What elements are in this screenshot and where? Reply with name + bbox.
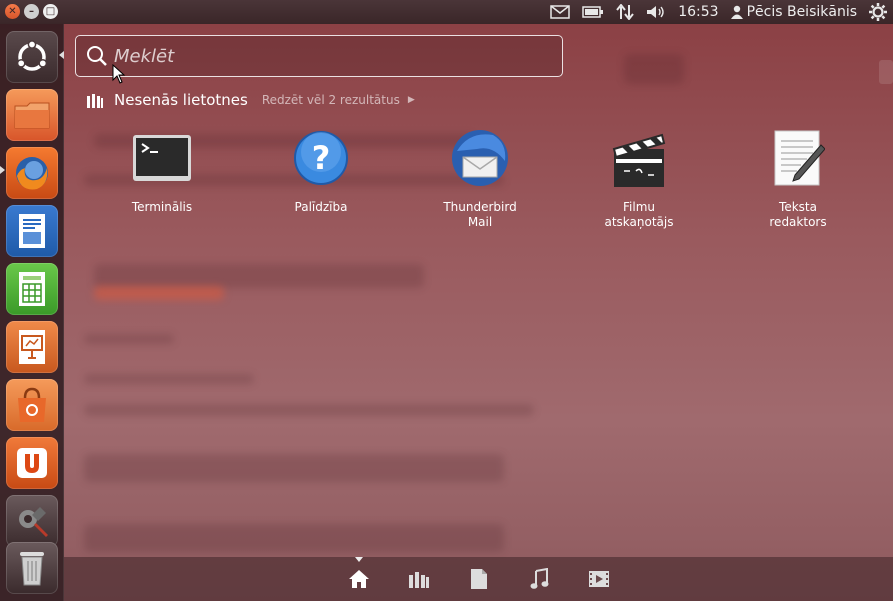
top-panel: ✕ – □ 16:53 Pēcis Beisikānis bbox=[0, 0, 893, 24]
user-menu[interactable]: Pēcis Beisikānis bbox=[730, 4, 857, 20]
network-icon[interactable] bbox=[616, 4, 634, 20]
launcher bbox=[0, 24, 64, 601]
launcher-item-files[interactable] bbox=[6, 89, 58, 141]
app-label-line2: atskaņotājs bbox=[604, 215, 674, 229]
launcher-item-ubuntu-one[interactable] bbox=[6, 437, 58, 489]
app-label: Terminālis bbox=[131, 200, 193, 214]
ubuntu-logo-icon bbox=[16, 40, 48, 71]
calc-icon bbox=[19, 272, 45, 306]
session-gear-icon[interactable] bbox=[869, 3, 887, 21]
app-label: Teksta bbox=[779, 200, 817, 214]
launcher-item-writer[interactable] bbox=[6, 205, 58, 257]
minimize-window-button[interactable]: – bbox=[24, 4, 39, 19]
user-icon bbox=[730, 5, 743, 19]
maximize-window-button[interactable]: □ bbox=[43, 4, 58, 19]
blurred-background bbox=[64, 24, 893, 601]
app-result-movie-player[interactable]: Filmu atskaņotājs bbox=[579, 124, 699, 230]
app-result-thunderbird[interactable]: Thunderbird Mail bbox=[420, 124, 540, 230]
text-editor-icon bbox=[774, 130, 825, 186]
category-header: Nesenās lietotnes Redzēt vēl 2 rezultātu… bbox=[86, 91, 415, 109]
search-input[interactable] bbox=[114, 45, 534, 67]
help-icon: ? bbox=[294, 131, 348, 185]
app-label: Palīdzība bbox=[294, 200, 348, 214]
launcher-item-software-center[interactable] bbox=[6, 379, 58, 431]
launcher-item-calc[interactable] bbox=[6, 263, 58, 315]
writer-icon bbox=[19, 214, 45, 248]
see-more-results-link[interactable]: Redzēt vēl 2 rezultātus bbox=[262, 93, 400, 107]
app-label-line2: redaktors bbox=[769, 215, 827, 229]
launcher-item-trash[interactable] bbox=[6, 542, 58, 594]
home-lens-icon[interactable] bbox=[348, 568, 370, 590]
app-result-text-editor[interactable]: Teksta redaktors bbox=[738, 124, 858, 230]
trash-icon bbox=[20, 552, 44, 586]
impress-icon bbox=[19, 330, 45, 364]
window-controls: ✕ – □ bbox=[5, 4, 58, 19]
launcher-item-dash-home[interactable] bbox=[6, 31, 58, 83]
thunderbird-icon bbox=[452, 130, 508, 186]
battery-icon[interactable] bbox=[582, 6, 604, 18]
app-label-line2: Mail bbox=[467, 215, 493, 229]
applications-category-icon bbox=[87, 94, 103, 108]
ubuntu-one-icon bbox=[17, 448, 47, 478]
mail-icon[interactable] bbox=[550, 5, 570, 19]
folder-icon bbox=[14, 102, 50, 129]
active-lens-pip bbox=[355, 557, 363, 562]
settings-icon bbox=[19, 507, 48, 537]
mouse-cursor-icon bbox=[112, 64, 126, 84]
launcher-item-firefox[interactable] bbox=[6, 147, 58, 199]
see-more-arrow-icon[interactable]: ▶ bbox=[408, 95, 415, 105]
clapperboard-icon bbox=[612, 133, 666, 187]
volume-icon[interactable] bbox=[646, 5, 666, 19]
files-lens-icon[interactable] bbox=[468, 568, 490, 590]
app-result-terminal[interactable]: Terminālis bbox=[102, 124, 222, 215]
close-window-button[interactable]: ✕ bbox=[5, 4, 20, 19]
terminal-icon bbox=[133, 135, 191, 181]
running-indicator bbox=[0, 166, 5, 174]
search-box[interactable] bbox=[75, 35, 563, 77]
user-name: Pēcis Beisikānis bbox=[746, 4, 857, 20]
app-label: Thunderbird bbox=[443, 200, 517, 214]
svg-text:?: ? bbox=[312, 139, 331, 177]
music-lens-icon[interactable] bbox=[528, 568, 550, 590]
dash-resize-handle[interactable] bbox=[879, 60, 893, 84]
applications-lens-icon[interactable] bbox=[408, 568, 430, 590]
app-result-help[interactable]: ? Palīdzība bbox=[261, 124, 381, 215]
video-lens-icon[interactable] bbox=[588, 568, 610, 590]
search-icon bbox=[87, 46, 107, 66]
shopping-bag-icon bbox=[18, 387, 46, 422]
firefox-icon bbox=[16, 157, 48, 190]
launcher-item-system-settings[interactable] bbox=[6, 495, 58, 547]
launcher-item-impress[interactable] bbox=[6, 321, 58, 373]
category-title: Nesenās lietotnes bbox=[114, 91, 248, 109]
clock[interactable]: 16:53 bbox=[678, 4, 718, 20]
launcher-active-pip bbox=[59, 51, 64, 59]
app-label: Filmu bbox=[623, 200, 655, 214]
